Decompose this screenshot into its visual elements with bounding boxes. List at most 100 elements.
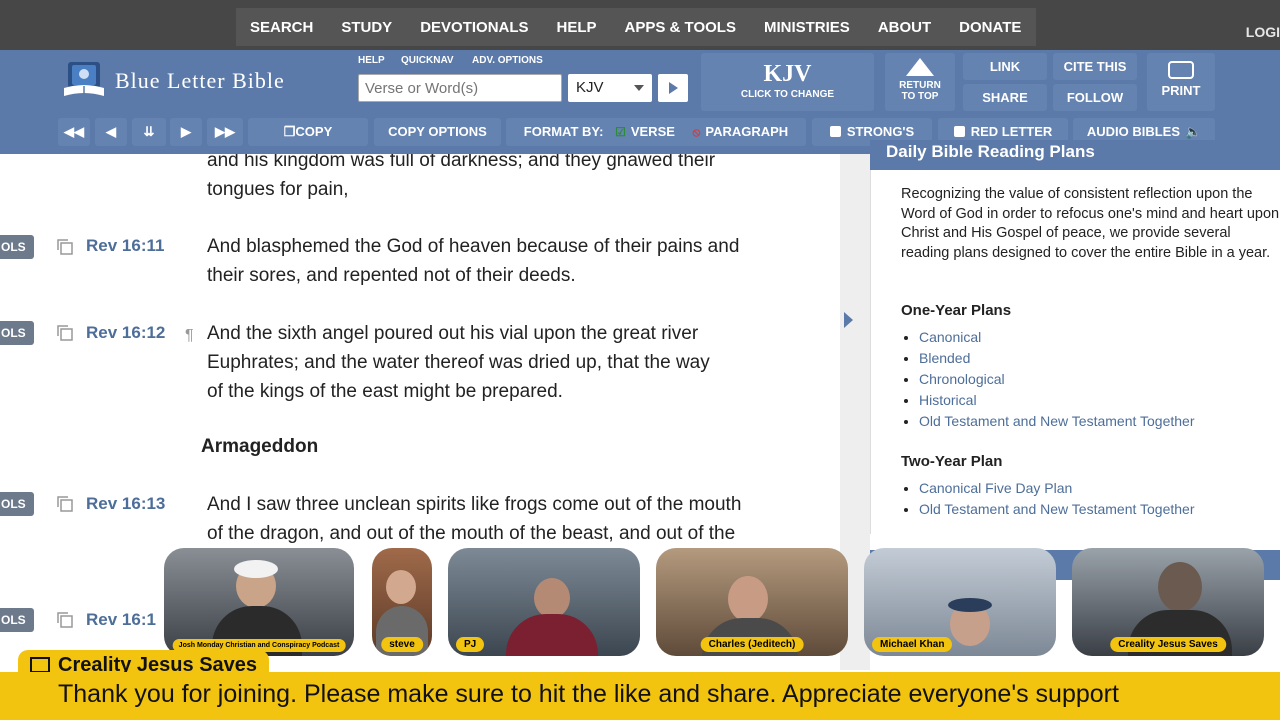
copy-icon[interactable]: [56, 611, 74, 629]
one-year-plans-title: One-Year Plans: [901, 302, 1012, 319]
verse-line: and his kingdom was full of darkness; an…: [207, 154, 716, 171]
copy-label: COPY: [295, 124, 333, 139]
list-item[interactable]: Old Testament and New Testament Together: [919, 411, 1195, 432]
search-input[interactable]: [358, 74, 562, 102]
help-link[interactable]: HELP: [358, 55, 385, 66]
checkbox-off-icon[interactable]: ⦸: [693, 125, 701, 139]
right-arrow-icon: ▶: [181, 124, 191, 139]
audio-bibles-label: AUDIO BIBLES: [1086, 124, 1180, 139]
two-year-plans-list: Canonical Five Day Plan Old Testament an…: [919, 478, 1195, 520]
bible-logo-icon[interactable]: [62, 60, 106, 100]
one-year-plans-list: Canonical Blended Chronological Historic…: [919, 327, 1195, 432]
format-paragraph-option[interactable]: PARAGRAPH: [705, 124, 788, 139]
ticker-text: Thank you for joining. Please make sure …: [58, 680, 1119, 708]
last-chapter-button[interactable]: ▶▶: [207, 118, 243, 146]
verse-text-partial: and his kingdom was full of darkness; an…: [207, 154, 807, 204]
section-heading: Armageddon: [201, 436, 319, 457]
copy-icon[interactable]: [56, 324, 74, 342]
verse-reference[interactable]: Rev 16:11: [86, 236, 164, 256]
left-arrow-icon: ◀: [106, 124, 116, 139]
copy-icon[interactable]: [56, 238, 74, 256]
plan-link[interactable]: Old Testament and New Testament Together: [919, 501, 1195, 517]
tools-tab[interactable]: OLS: [0, 492, 34, 516]
verse-text: And the sixth angel poured out his vial …: [207, 319, 807, 406]
checkbox-checked-icon[interactable]: ☑: [615, 125, 626, 139]
participant-video: Josh Monday Christian and Conspiracy Pod…: [164, 548, 354, 656]
expand-arrow-icon[interactable]: [844, 312, 853, 328]
print-button[interactable]: PRINT: [1147, 53, 1215, 111]
site-logo-text[interactable]: Blue Letter Bible: [115, 68, 285, 94]
printer-icon: [1168, 61, 1194, 79]
checkbox-icon: [953, 126, 965, 137]
list-item[interactable]: Blended: [919, 348, 1195, 369]
nav-ministries[interactable]: MINISTRIES: [750, 19, 864, 36]
search-go-button[interactable]: [658, 74, 688, 102]
down-arrow-icon: ⇊: [143, 124, 155, 139]
nav-study[interactable]: STUDY: [327, 19, 406, 36]
verse-line: And the sixth angel poured out his vial …: [207, 323, 699, 344]
login-link[interactable]: LOGI: [1246, 24, 1280, 40]
link-button[interactable]: LINK: [963, 53, 1047, 80]
list-item[interactable]: Canonical Five Day Plan: [919, 478, 1195, 499]
cap: [234, 560, 278, 578]
verse-line: tongues for pain,: [207, 179, 349, 200]
double-right-arrow-icon: ▶▶: [215, 124, 235, 139]
person-body: [506, 614, 598, 656]
tools-tab[interactable]: OLS: [0, 235, 34, 259]
plan-link[interactable]: Old Testament and New Testament Together: [919, 413, 1195, 429]
quicknav-link[interactable]: QUICKNAV: [401, 55, 454, 66]
plan-link[interactable]: Canonical Five Day Plan: [919, 480, 1072, 496]
nav-apps-tools[interactable]: APPS & TOOLS: [611, 19, 750, 36]
adv-options-link[interactable]: ADV. OPTIONS: [472, 55, 543, 66]
first-chapter-button[interactable]: ◀◀: [58, 118, 90, 146]
list-item[interactable]: Canonical: [919, 327, 1195, 348]
copy-icon: ❐: [283, 124, 296, 139]
verse-text: And blasphemed the God of heaven because…: [207, 232, 807, 290]
person-head: [728, 576, 768, 622]
share-button[interactable]: SHARE: [963, 84, 1047, 111]
participant-name: Charles (Jeditech): [700, 637, 804, 652]
cite-this-button[interactable]: CITE THIS: [1053, 53, 1137, 80]
tools-tab[interactable]: OLS: [0, 608, 34, 632]
follow-button[interactable]: FOLLOW: [1053, 84, 1137, 111]
list-item[interactable]: Old Testament and New Testament Together: [919, 499, 1195, 520]
plan-link[interactable]: Historical: [919, 392, 977, 408]
comment-icon: [30, 657, 50, 673]
version-select[interactable]: KJV: [568, 74, 652, 102]
jump-down-button[interactable]: ⇊: [132, 118, 166, 146]
list-item[interactable]: Historical: [919, 390, 1195, 411]
reading-plans-title: Daily Bible Reading Plans: [870, 140, 1280, 170]
two-year-plan-title: Two-Year Plan: [901, 453, 1003, 470]
nav-help[interactable]: HELP: [543, 19, 611, 36]
nav-about[interactable]: ABOUT: [864, 19, 945, 36]
nav-donate[interactable]: DONATE: [945, 19, 1035, 36]
version-change-button[interactable]: KJV CLICK TO CHANGE: [701, 53, 874, 111]
verse-reference[interactable]: Rev 16:13: [86, 494, 165, 514]
plan-link[interactable]: Canonical: [919, 329, 981, 345]
nav-devotionals[interactable]: DEVOTIONALS: [406, 19, 542, 36]
red-letter-label: RED LETTER: [970, 124, 1053, 139]
copy-icon[interactable]: [56, 495, 74, 513]
tools-tab[interactable]: OLS: [0, 321, 34, 345]
prev-chapter-button[interactable]: ◀: [95, 118, 127, 146]
plan-link[interactable]: Blended: [919, 350, 970, 366]
strongs-label: STRONG'S: [846, 124, 915, 139]
paragraph-mark: ¶: [185, 327, 194, 344]
return-to-top-button[interactable]: RETURN TO TOP: [885, 53, 955, 111]
return-top-line1: RETURN: [899, 80, 941, 91]
next-chapter-button[interactable]: ▶: [170, 118, 202, 146]
verse-reference[interactable]: Rev 16:1: [86, 610, 156, 630]
return-top-line2: TO TOP: [901, 91, 939, 102]
person-head: [1158, 562, 1202, 612]
plan-link[interactable]: Chronological: [919, 371, 1005, 387]
version-hint: CLICK TO CHANGE: [740, 89, 835, 100]
format-verse-option[interactable]: VERSE: [631, 124, 675, 139]
verse-reference[interactable]: Rev 16:12: [86, 323, 165, 343]
copy-options-button[interactable]: COPY OPTIONS: [374, 118, 501, 146]
chevron-down-icon: [634, 85, 644, 91]
verse-line: their sores, and repented not of their d…: [207, 265, 576, 286]
copy-button[interactable]: ❐ COPY: [248, 118, 368, 146]
nav-search[interactable]: SEARCH: [236, 19, 327, 36]
format-by-group: FORMAT BY: ☑ VERSE ⦸ PARAGRAPH: [506, 118, 806, 146]
list-item[interactable]: Chronological: [919, 369, 1195, 390]
